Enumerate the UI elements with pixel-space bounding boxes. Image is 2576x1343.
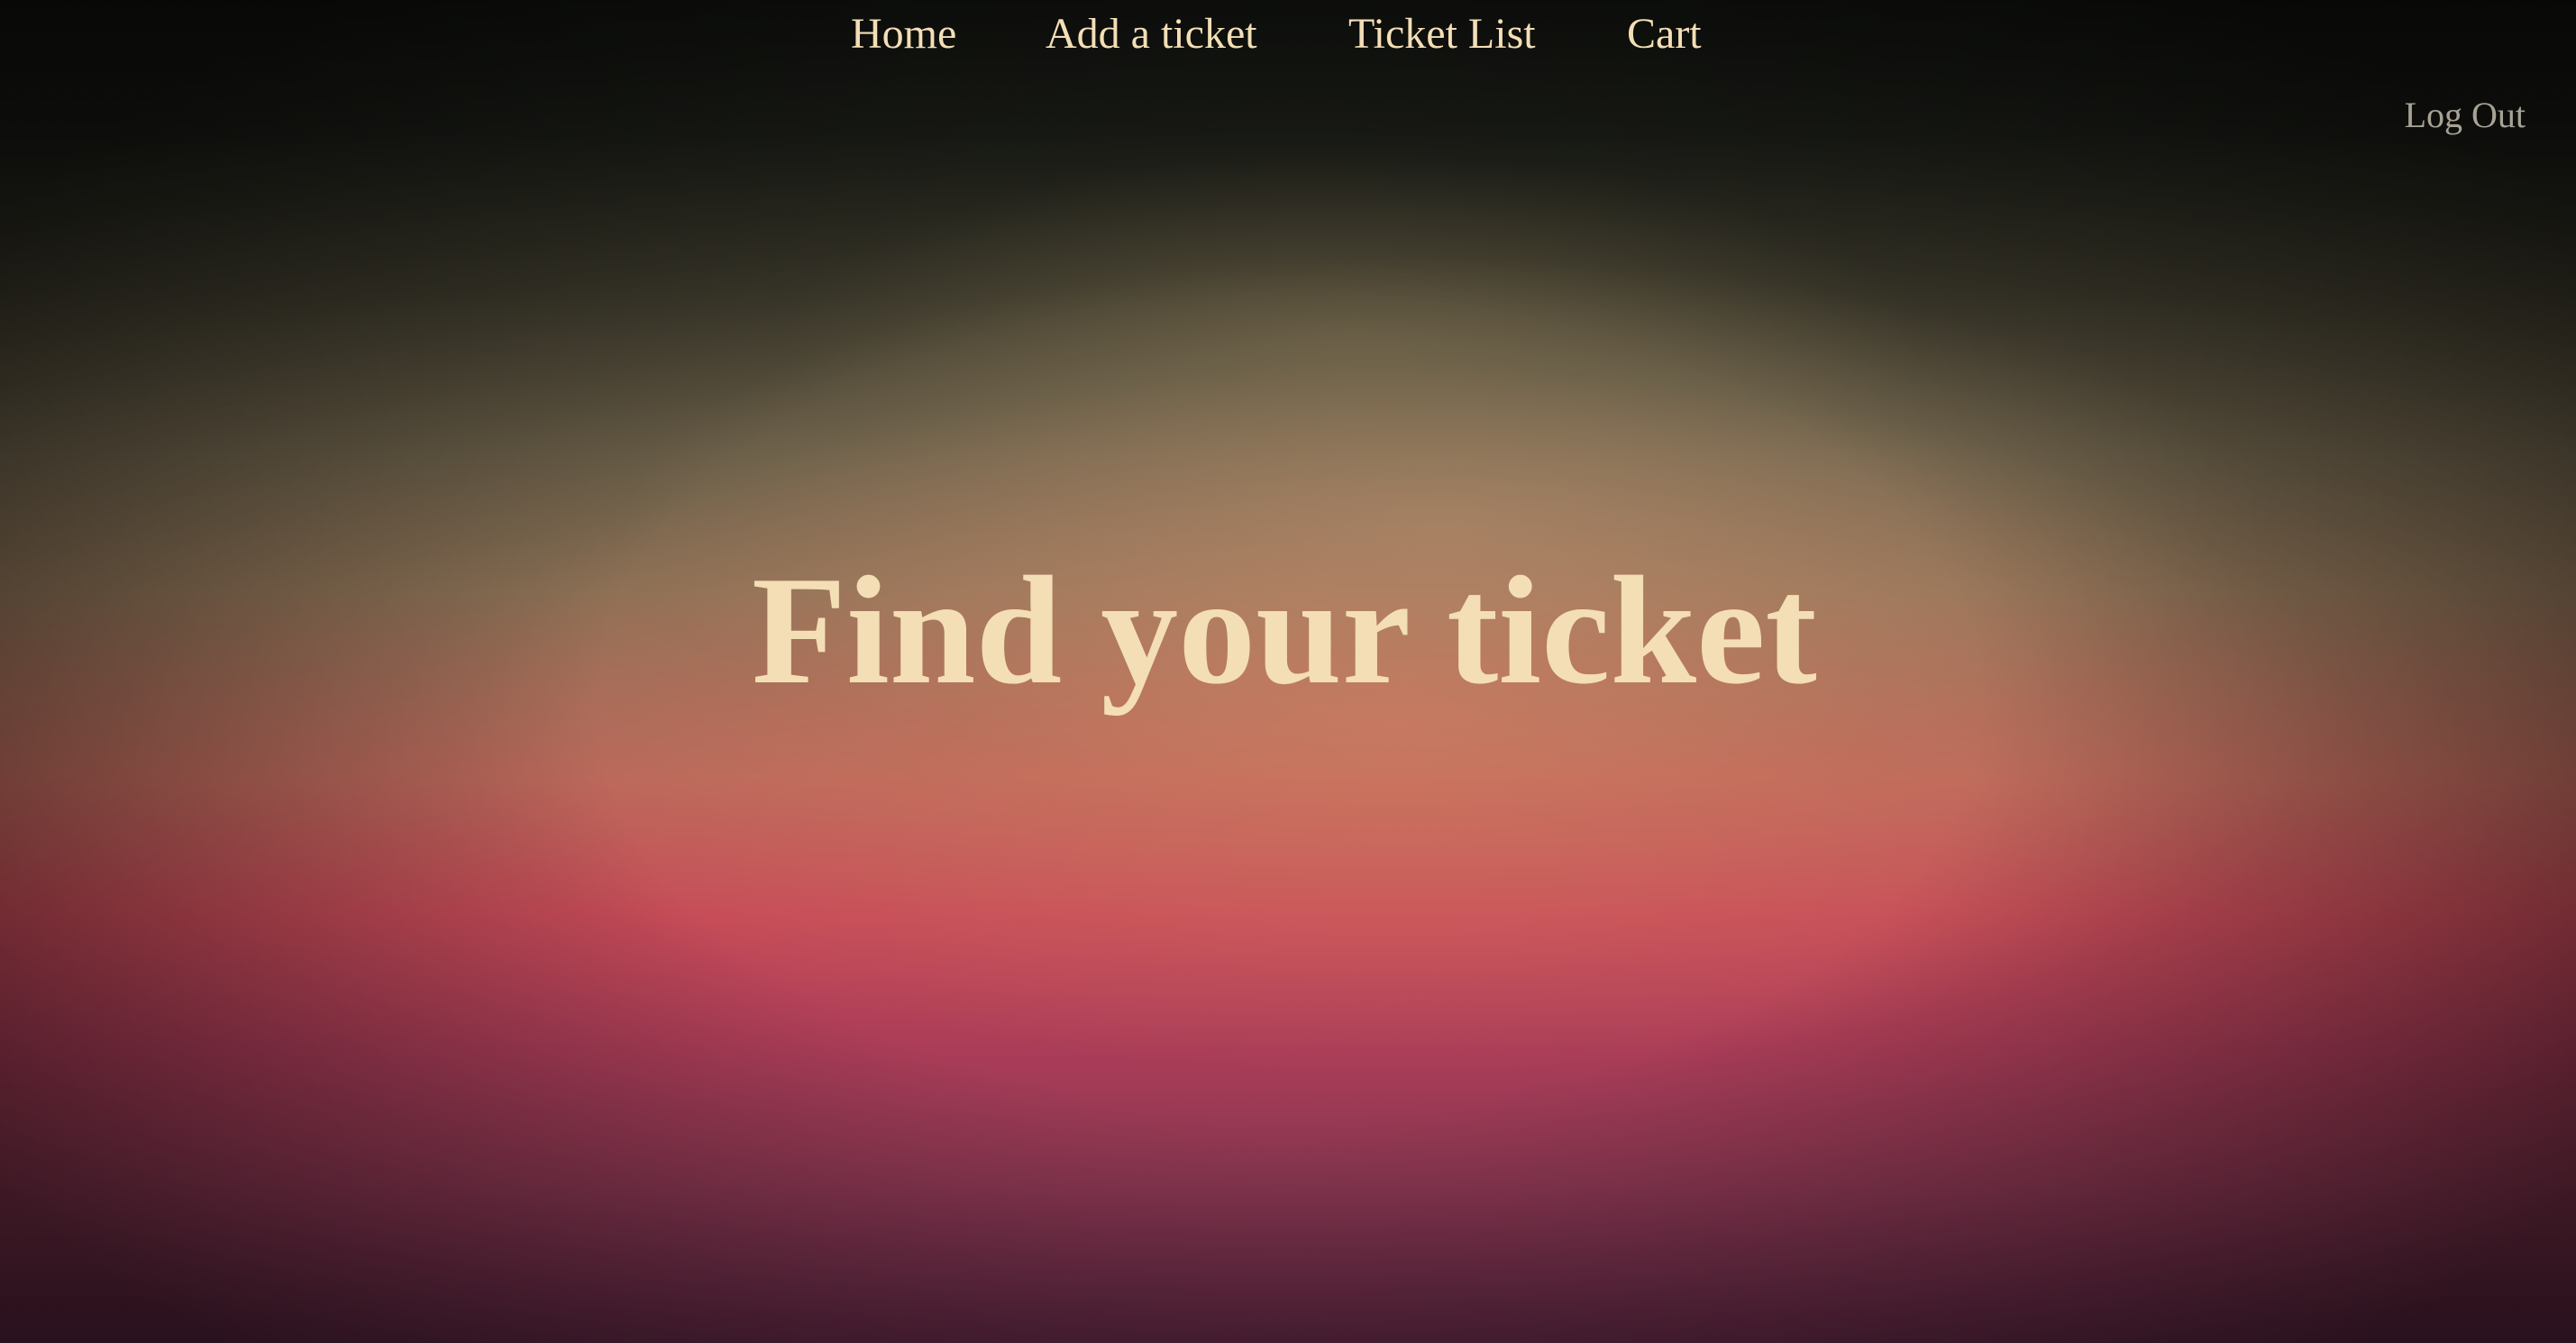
- nav-link-home[interactable]: Home: [851, 7, 956, 61]
- nav-link-cart[interactable]: Cart: [1627, 7, 1702, 61]
- nav-link-add-ticket[interactable]: Add a ticket: [1046, 7, 1257, 61]
- nav-link-ticket-list[interactable]: Ticket List: [1348, 7, 1536, 61]
- top-nav: Home Add a ticket Ticket List Cart: [0, 0, 2576, 72]
- page-title: Find your ticket: [752, 545, 1817, 717]
- logout-link[interactable]: Log Out: [2405, 90, 2526, 141]
